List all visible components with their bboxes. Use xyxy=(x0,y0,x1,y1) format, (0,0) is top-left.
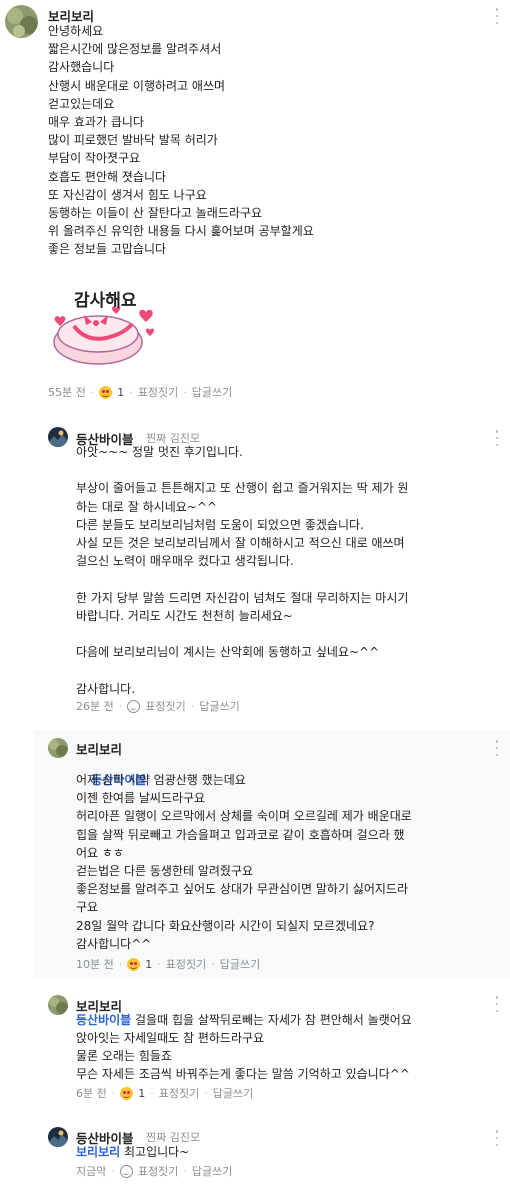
avatar[interactable] xyxy=(48,427,68,447)
emote-button[interactable]: 표정짓기 xyxy=(145,698,185,714)
smiling-emoji-icon[interactable] xyxy=(99,385,113,399)
reaction-count: 1 xyxy=(145,957,153,971)
comment-text-start: 최고입니다~ xyxy=(120,1145,190,1159)
comment-2: 등산바이블 찐짜 김진모 아앗~~~ 정말 멋진 후기입니다. 부상이 줄어들고… xyxy=(0,410,510,722)
timestamp: 6분 전 xyxy=(76,1087,107,1100)
avatar[interactable] xyxy=(48,738,68,758)
comment-line: 안녕하세요 xyxy=(48,24,104,38)
comment-line xyxy=(76,570,496,588)
timestamp: 26분 전 xyxy=(76,700,114,713)
smiley-icon[interactable] xyxy=(119,1164,133,1178)
comment-line: 무슨 자세든 조금씩 바꿔주는게 좋다는 말씀 기억하고 있습니다^^ xyxy=(76,1067,410,1082)
comment-first-line: 등산바이블 걸을때 힙을 살짝뒤로빼는 자세가 참 편안해서 놀랫어요 xyxy=(76,1011,496,1029)
emote-button[interactable]: 표정짓기 xyxy=(138,384,178,400)
comment-1: 보리보리 안녕하세요 짧은시간에 많은정보를 알려주셔서 감사했습니다 산행시 배운대… xyxy=(0,0,510,410)
comment-meta: 55분 전 · 1 · 표정짓기 · 답글쓰기 xyxy=(48,384,233,400)
avatar[interactable] xyxy=(48,995,68,1015)
comment-meta: 6분 전 · 1 · 표정짓기 · 답글쓰기 xyxy=(76,1085,254,1101)
comment-line: 허리아픈 일행이 오르막에서 상체를 숙이며 오르길레 제가 배운대로 xyxy=(76,809,412,824)
smiley-icon[interactable] xyxy=(127,699,141,713)
comment-line: 걸으신 노력이 매우매우 컸다고 생각됩니다. xyxy=(76,554,294,569)
comment-line: 어요 ㅎㅎ xyxy=(76,845,124,860)
avatar-photo xyxy=(5,5,38,38)
comment-line xyxy=(76,661,496,679)
comment-3: 보리보리 등산바이블 어제 송학 시약 엄광산행 했는데요 이젠 한여름 날씨드라… xyxy=(34,730,510,978)
comment-line: 산행시 배운대로 이행하려고 애쓰며 xyxy=(48,78,226,93)
avatar-photo xyxy=(48,995,68,1015)
comment-line: 한 가지 당부 말씀 드리면 자신감이 넘쳐도 절대 무리하지는 마시기 xyxy=(76,590,409,605)
comment-line: 감사합니다. xyxy=(76,681,136,696)
avatar-photo xyxy=(48,1127,68,1147)
timestamp: 55분 전 xyxy=(48,386,86,399)
comment-line: 부상이 줄어들고 튼튼해지고 또 산행이 쉽고 즐거워지는 딱 제가 원 xyxy=(76,481,409,496)
more-options-icon[interactable] xyxy=(492,996,502,1012)
smiling-emoji-icon[interactable] xyxy=(120,1086,134,1100)
comment-line: 호흡도 편안해 졋습니다 xyxy=(48,169,167,184)
smiling-emoji-icon[interactable] xyxy=(127,957,141,971)
comment-4: 보리보리 등산바이블 걸을때 힙을 살짝뒤로빼는 자세가 참 편안해서 놀랫어요… xyxy=(0,988,510,1108)
comment-line: 좋은 정보들 고맙습니다 xyxy=(48,242,167,257)
emote-button[interactable]: 표정짓기 xyxy=(166,956,206,972)
thank-you-sticker: 감사해요 xyxy=(46,282,166,370)
comment-line: 부담이 작아졋구요 xyxy=(48,151,141,166)
reply-button[interactable]: 답글쓰기 xyxy=(199,698,239,714)
emote-button[interactable]: 표정짓기 xyxy=(138,1163,178,1179)
comment-line: 걷는법은 다른 동생한테 알려줬구요 xyxy=(76,864,254,879)
comment-line: 어제 송학 시약 엄광산행 했는데요 xyxy=(76,773,246,787)
reply-button[interactable]: 답글쓰기 xyxy=(220,956,260,972)
comment-line: 구요 xyxy=(76,900,99,915)
comment-line: 아앗~~~ 정말 멋진 후기입니다. xyxy=(76,445,243,459)
mention-link[interactable]: 등산바이블 xyxy=(76,1013,131,1027)
timestamp: 지금막 xyxy=(76,1165,107,1178)
comment-line: 이젠 한여름 날씨드라구요 xyxy=(76,791,206,806)
comment-5: 등산바이블 찐짜 김진모 보리보리 최고입니다~ 지금막 · 표정짓기 · 답글… xyxy=(0,1118,510,1185)
comment-text: 안녕하세요짧은시간에 많은정보를 알려주셔서감사했습니다산행시 배운대로 이행하… xyxy=(48,22,498,259)
comment-line: 동행하는 이들이 산 잘탄다고 놀래드라구요 xyxy=(48,206,262,221)
avatar-photo xyxy=(48,427,68,447)
comment-text-start: 걸을때 힙을 살짝뒤로빼는 자세가 참 편안해서 놀랫어요 xyxy=(131,1013,412,1027)
avatar[interactable] xyxy=(5,5,38,38)
reply-button[interactable]: 답글쓰기 xyxy=(192,384,232,400)
comment-line: 다음에 보리보리님이 계시는 산악회에 동행하고 싶네요~^^ xyxy=(76,645,380,660)
comment-line: 좋은정보를 알려주고 싶어도 상대가 무관심이면 말하기 싫어지드라 xyxy=(76,882,409,897)
comment-line: 매우 효과가 큽니다 xyxy=(48,115,144,130)
comment-line xyxy=(76,461,496,479)
comment-line: 또 자신감이 생겨서 힘도 나구요 xyxy=(48,187,207,202)
timestamp: 10분 전 xyxy=(76,958,114,971)
comment-text: 보리보리 최고입니다~ xyxy=(76,1143,496,1161)
comment-meta: 지금막 · 표정짓기 · 답글쓰기 xyxy=(76,1163,233,1179)
comment-line: 짧은시간에 많은정보를 알려주셔서 xyxy=(48,42,222,57)
comment-line: 걷고있는데요 xyxy=(48,96,115,111)
comment-line: 위 올려주신 유익한 내용들 다시 훑어보며 공부할게요 xyxy=(48,224,314,239)
comment-meta: 10분 전 · 1 · 표정짓기 · 답글쓰기 xyxy=(76,956,261,972)
sticker-text: 감사해요 xyxy=(74,291,137,311)
avatar[interactable] xyxy=(48,1127,68,1147)
comment-line: 다른 분들도 보리보리님처럼 도움이 되었으면 좋겠습니다. xyxy=(76,517,364,532)
comment-line: 사실 모든 것은 보리보리님께서 잘 이해하시고 적으신 대로 애쓰며 xyxy=(76,536,405,551)
comment-line: 감사합니다^^ xyxy=(76,936,152,951)
reply-button[interactable]: 답글쓰기 xyxy=(213,1085,253,1101)
comment-line xyxy=(76,625,496,643)
comment-line: 28일 월악 갑니다 화요산행이라 시간이 되실지 모르겠네요? xyxy=(76,918,375,933)
reaction-count: 1 xyxy=(117,385,125,399)
comment-line: 앉아잇는 자세일때도 참 편하드라구요 xyxy=(76,1031,265,1045)
comment-text: 앉아잇는 자세일때도 참 편하드라구요물론 오래는 힘들죠무슨 자세든 조금씩 … xyxy=(76,1029,496,1084)
comment-text: 어제 송학 시약 엄광산행 했는데요이젠 한여름 날씨드라구요허리아픈 일행이 … xyxy=(76,771,506,953)
comment-line: 하는 대로 잘 하시네요~^^ xyxy=(76,499,217,514)
reply-button[interactable]: 답글쓰기 xyxy=(192,1163,232,1179)
comment-line: 힙을 살짝 뒤로빼고 가슴을펴고 입과코로 같이 호흡하며 걸으라 했 xyxy=(76,827,405,842)
avatar-photo xyxy=(48,738,68,758)
comment-line: 감사했습니다 xyxy=(48,60,115,75)
comment-line: 많이 피로했던 발바닥 발목 허리가 xyxy=(48,133,218,148)
comment-line: 바랍니다. 거리도 시간도 천천히 늘리세요~ xyxy=(76,608,293,623)
comment-line: 물론 오래는 힘들죠 xyxy=(76,1049,172,1064)
more-options-icon[interactable] xyxy=(492,740,502,756)
emote-button[interactable]: 표정짓기 xyxy=(159,1085,199,1101)
mention-link[interactable]: 보리보리 xyxy=(76,1145,120,1159)
reaction-count: 1 xyxy=(138,1086,146,1100)
comment-text: 아앗~~~ 정말 멋진 후기입니다. 부상이 줄어들고 튼튼해지고 또 산행이 … xyxy=(76,443,496,698)
comment-meta: 26분 전 · 표정짓기 · 답글쓰기 xyxy=(76,698,240,714)
